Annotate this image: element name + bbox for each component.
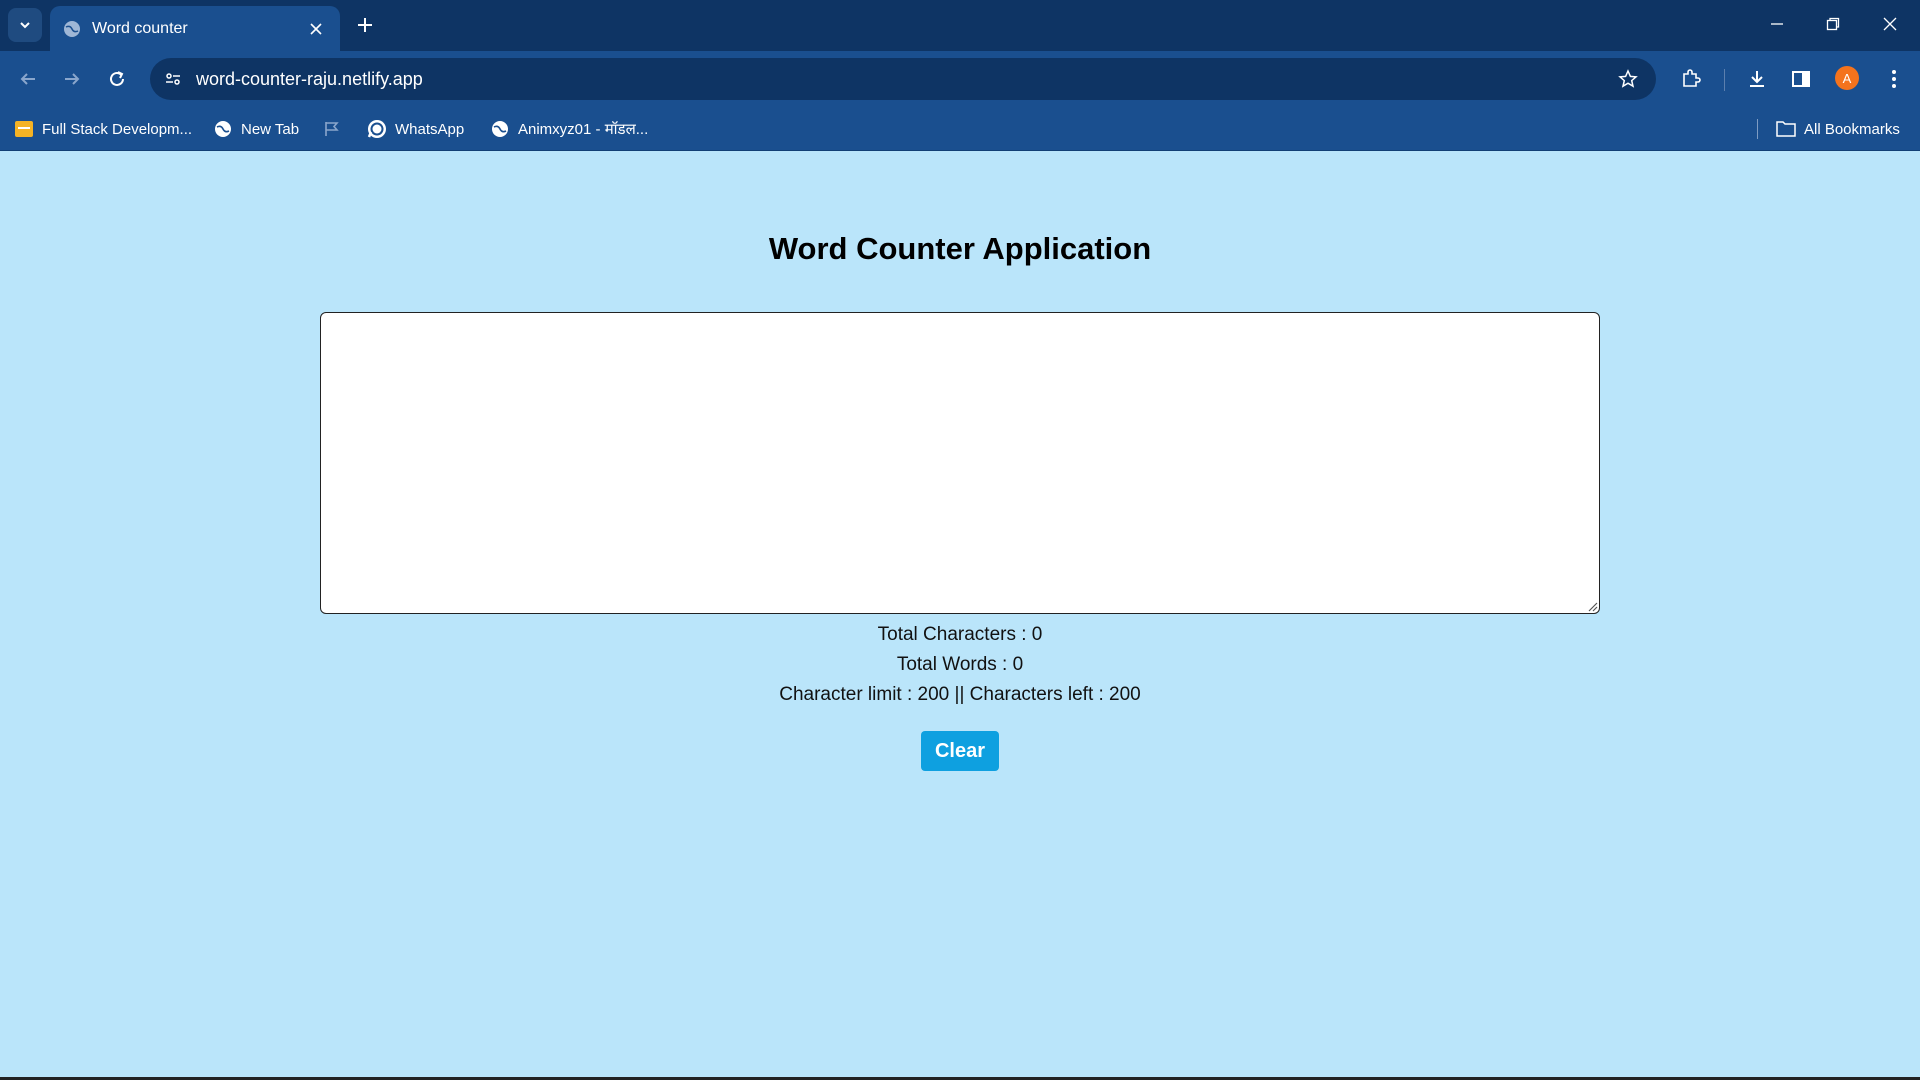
back-button[interactable] xyxy=(12,63,44,95)
flag-icon xyxy=(322,119,342,139)
browser-toolbar: word-counter-raju.netlify.app A xyxy=(0,51,1920,107)
bookmark-star-icon[interactable] xyxy=(1612,63,1644,95)
bookmarks-divider xyxy=(1757,119,1758,139)
bookmark-label: Full Stack Developm... xyxy=(42,120,193,138)
globe-icon xyxy=(62,19,82,39)
bookmark-full-stack[interactable]: Full Stack Developm... xyxy=(14,107,192,151)
downloads-button[interactable] xyxy=(1741,63,1773,95)
side-panel-button[interactable] xyxy=(1785,63,1817,95)
url-text: word-counter-raju.netlify.app xyxy=(196,68,423,89)
arrow-left-icon xyxy=(20,73,35,85)
address-bar[interactable]: word-counter-raju.netlify.app xyxy=(150,58,1656,100)
tab-title: Word counter xyxy=(92,19,188,37)
reload-button[interactable] xyxy=(101,63,133,95)
resize-grip-icon[interactable] xyxy=(1586,600,1598,612)
toolbar-divider xyxy=(1724,69,1725,91)
all-bookmarks-label: All Bookmarks xyxy=(1804,120,1900,138)
text-input[interactable] xyxy=(320,312,1600,614)
new-tab-button[interactable] xyxy=(350,10,380,40)
bookmark-label: Animxyz01 - मॉडल... xyxy=(518,121,649,138)
tab-strip: Word counter xyxy=(0,0,1920,51)
close-window-button[interactable] xyxy=(1870,8,1910,40)
active-tab[interactable]: Word counter xyxy=(50,6,340,51)
clear-button[interactable]: Clear xyxy=(921,731,999,771)
page-title: Word Counter Application xyxy=(768,231,1152,266)
site-info-icon[interactable] xyxy=(158,64,188,94)
bookmark-label: WhatsApp xyxy=(395,120,465,138)
menu-button[interactable] xyxy=(1878,63,1910,95)
bookmark-new-tab[interactable]: New Tab xyxy=(213,107,299,151)
arrow-right-icon xyxy=(65,73,80,85)
bookmark-animxyz[interactable]: Animxyz01 - मॉडल... xyxy=(490,107,648,151)
page-content: Word Counter Application Total Character… xyxy=(0,151,1920,1080)
restore-button[interactable] xyxy=(1813,8,1853,40)
bookmark-label: New Tab xyxy=(241,120,300,138)
minimize-button[interactable] xyxy=(1757,8,1797,40)
reload-icon xyxy=(110,71,124,86)
restore-icon xyxy=(1826,17,1840,31)
puzzle-icon xyxy=(1683,69,1701,87)
bookmark-whatsapp[interactable]: WhatsApp xyxy=(367,107,464,151)
all-bookmarks-button[interactable]: All Bookmarks xyxy=(1776,107,1900,151)
close-tab-icon[interactable] xyxy=(302,15,330,43)
side-panel-icon xyxy=(1792,71,1810,87)
total-words-text: Total Words : 0 xyxy=(896,654,1024,675)
character-limit-text: Character limit : 200 || Characters left… xyxy=(779,684,1141,705)
chevron-down-icon xyxy=(20,22,30,29)
download-icon xyxy=(1750,71,1764,87)
close-icon xyxy=(1883,17,1897,31)
whatsapp-icon xyxy=(367,119,387,139)
plus-icon xyxy=(358,18,372,32)
bookmark-flag[interactable] xyxy=(322,107,350,151)
tab-search-button[interactable] xyxy=(8,8,42,42)
folder-icon xyxy=(1776,119,1796,139)
total-characters-text: Total Characters : 0 xyxy=(877,624,1043,645)
globe-icon xyxy=(213,119,233,139)
forward-button[interactable] xyxy=(56,63,88,95)
globe-icon xyxy=(490,119,510,139)
folder-colored-icon xyxy=(14,119,34,139)
bookmarks-bar: Full Stack Developm... New Tab WhatsApp … xyxy=(0,107,1920,151)
kebab-menu-icon xyxy=(1892,70,1896,88)
profile-avatar[interactable]: A xyxy=(1835,66,1859,90)
minimize-icon xyxy=(1771,23,1783,25)
extensions-button[interactable] xyxy=(1675,63,1707,95)
